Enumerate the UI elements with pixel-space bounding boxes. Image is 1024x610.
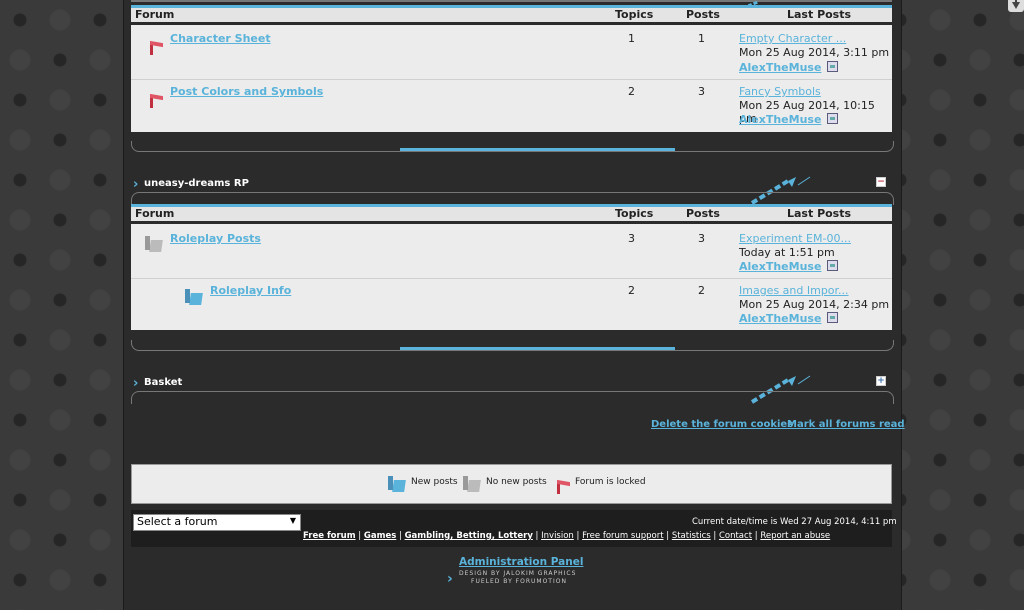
category-footer-glow [400, 148, 675, 151]
footer-links: Free forum | Games | Gambling, Betting, … [303, 531, 831, 541]
category-title[interactable]: uneasy-dreams RP [144, 178, 249, 189]
topics-count: 2 [628, 284, 635, 297]
col-last-posts: Last Posts [787, 8, 852, 21]
delete-cookies-link[interactable]: Delete the forum cookies [651, 419, 793, 430]
footer-link-free-forum[interactable]: Free forum [303, 531, 356, 541]
view-latest-post-icon[interactable] [827, 260, 839, 271]
category-footer-glow [400, 347, 675, 350]
legend-locked: Forum is locked [575, 477, 646, 487]
select-forum-dropdown[interactable]: Select a forum ▼ [133, 514, 301, 531]
col-posts: Posts [686, 207, 720, 220]
col-forum: Forum [135, 8, 175, 21]
forum-row: Roleplay Info 2 2 Images and Impor... Mo… [131, 278, 892, 331]
collapse-icon[interactable]: − [876, 177, 886, 187]
last-post-date: Mon 25 Aug 2014, 2:34 pm [739, 298, 890, 311]
icon-legend: New posts No new posts Forum is locked [131, 464, 892, 504]
category-top-border [131, 391, 894, 404]
last-post-user: AlexTheMuse [739, 113, 839, 126]
user-link[interactable]: AlexTheMuse [739, 61, 821, 74]
chevron-right-icon: › [447, 571, 453, 587]
last-post-link[interactable]: Empty Character ... [739, 32, 846, 45]
user-link[interactable]: AlexTheMuse [739, 113, 821, 126]
user-link[interactable]: AlexTheMuse [739, 260, 821, 273]
legend-no-new-posts: No new posts [486, 477, 547, 487]
col-forum: Forum [135, 207, 175, 220]
topics-count: 2 [628, 85, 635, 98]
forum-row: Post Colors and Symbols 2 3 Fancy Symbol… [131, 79, 892, 133]
current-datetime: Current date/time is Wed 27 Aug 2014, 4:… [692, 517, 897, 527]
decorative-arrows [748, 0, 759, 8]
category-title[interactable]: Basket [144, 377, 182, 388]
footer-link-statistics[interactable]: Statistics [672, 531, 711, 541]
admin-panel-link[interactable]: Administration Panel [459, 556, 583, 568]
forum-locked-icon [150, 40, 166, 56]
forum-table: Roleplay Posts 3 3 Experiment EM-00... T… [131, 224, 892, 330]
subforum-link[interactable]: Roleplay Info [210, 284, 291, 297]
last-post-link[interactable]: Images and Impor... [739, 284, 849, 297]
select-forum-value: Select a forum [137, 515, 218, 528]
table-header: Forum Topics Posts Last Posts [131, 204, 892, 221]
footer-link-games[interactable]: Games [364, 531, 396, 541]
last-post-date: Mon 25 Aug 2014, 3:11 pm [739, 46, 890, 59]
forum-row: Character Sheet 1 1 Empty Character ... … [131, 25, 892, 78]
view-latest-post-icon[interactable] [827, 61, 839, 72]
no-new-posts-icon [463, 476, 481, 494]
forum-locked-icon [150, 93, 166, 109]
expand-icon[interactable]: + [876, 376, 886, 386]
last-post-date: Today at 1:51 pm [739, 246, 835, 259]
design-credit: DESIGN BY JALOKIM GRAPHICS [459, 570, 577, 577]
posts-count: 3 [698, 232, 705, 245]
col-topics: Topics [615, 207, 654, 220]
last-post-user: AlexTheMuse [739, 61, 839, 74]
forum-table: Character Sheet 1 1 Empty Character ... … [131, 25, 892, 132]
last-post-user: AlexTheMuse [739, 260, 839, 273]
chevron-right-icon: › [133, 177, 139, 192]
view-latest-post-icon[interactable] [827, 312, 839, 323]
fueled-credit: FUELED BY FORUMOTION [471, 578, 567, 585]
last-post-link[interactable]: Fancy Symbols [739, 85, 821, 98]
scroll-down-icon[interactable] [1008, 0, 1024, 12]
user-link[interactable]: AlexTheMuse [739, 312, 821, 325]
forum-link[interactable]: Character Sheet [170, 32, 271, 45]
new-posts-icon [388, 476, 406, 494]
footer-link-contact[interactable]: Contact [719, 531, 752, 541]
forum-link[interactable]: Post Colors and Symbols [170, 85, 323, 98]
posts-count: 3 [698, 85, 705, 98]
posts-count: 1 [698, 32, 705, 45]
topics-count: 1 [628, 32, 635, 45]
footer-link-support[interactable]: Free forum support [582, 531, 663, 541]
topics-count: 3 [628, 232, 635, 245]
col-posts: Posts [686, 8, 720, 21]
footer-link-invision[interactable]: Invision [541, 531, 574, 541]
legend-new-posts: New posts [411, 477, 458, 487]
no-new-posts-icon [145, 236, 163, 254]
chevron-down-icon: ▼ [289, 516, 296, 525]
posts-count: 2 [698, 284, 705, 297]
forum-locked-icon [557, 479, 573, 495]
forum-link[interactable]: Roleplay Posts [170, 232, 261, 245]
col-topics: Topics [615, 8, 654, 21]
view-latest-post-icon[interactable] [827, 113, 839, 124]
mark-all-read-link[interactable]: Mark all forums read [787, 419, 905, 430]
forum-row: Roleplay Posts 3 3 Experiment EM-00... T… [131, 224, 892, 277]
new-posts-icon [185, 289, 203, 307]
chevron-right-icon: › [133, 376, 139, 391]
footer-link-report[interactable]: Report an abuse [760, 531, 830, 541]
last-post-link[interactable]: Experiment EM-00... [739, 232, 851, 245]
footer-link-gambling[interactable]: Gambling, Betting, Lottery [405, 531, 533, 541]
col-last-posts: Last Posts [787, 207, 852, 220]
last-post-user: AlexTheMuse [739, 312, 839, 325]
